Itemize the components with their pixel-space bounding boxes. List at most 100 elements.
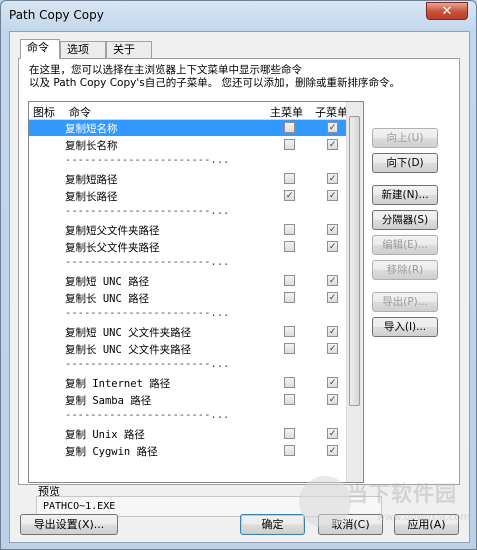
cancel-button[interactable]: 取消(C) — [318, 514, 383, 535]
edit-button[interactable]: 编辑(E)... — [372, 235, 438, 255]
close-button[interactable]: ✕ — [426, 2, 468, 20]
header-main-menu[interactable]: 主菜单 — [270, 104, 303, 120]
command-name: 复制短父文件夹路径 — [65, 225, 160, 237]
command-name: 复制长名称 — [65, 140, 118, 152]
command-row[interactable]: 复制短 UNC 父文件夹路径 ✓ — [29, 324, 349, 340]
command-row[interactable]: 复制长 UNC 父文件夹路径 ✓ — [29, 341, 349, 357]
tab-options[interactable]: 选项 — [60, 41, 106, 58]
main-menu-checkbox[interactable] — [284, 224, 295, 235]
main-menu-checkbox[interactable] — [284, 428, 295, 439]
separator-line: -----------------------... — [65, 154, 230, 166]
command-name: 复制短 UNC 父文件夹路径 — [65, 327, 192, 339]
description: 在这里，您可以选择在主浏览器上下文菜单中显示哪些命令 以及 Path Copy … — [29, 64, 449, 90]
remove-button[interactable]: 移除(R) — [372, 260, 438, 280]
command-row[interactable]: 复制 Cygwin 路径 ✓ — [29, 443, 349, 459]
main-menu-checkbox[interactable] — [284, 173, 295, 184]
separator-row[interactable]: -----------------------... — [29, 307, 349, 323]
import-button[interactable]: 导入(I)... — [372, 317, 438, 337]
command-row[interactable]: 复制 Unix 路径 ✓ — [29, 426, 349, 442]
separator-line: -----------------------... — [65, 307, 230, 319]
separator-row[interactable]: -----------------------... — [29, 205, 349, 221]
submenu-checkbox[interactable]: ✓ — [327, 428, 338, 439]
command-row[interactable]: 复制长 UNC 路径 ✓ — [29, 290, 349, 306]
export-settings-button[interactable]: 导出设置(X)... — [20, 514, 118, 535]
commands-panel: 在这里，您可以选择在主浏览器上下文菜单中显示哪些命令 以及 Path Copy … — [18, 58, 460, 517]
tab-about[interactable]: 关于 — [106, 41, 152, 58]
command-row[interactable]: 复制短路径 ✓ — [29, 171, 349, 187]
submenu-checkbox[interactable]: ✓ — [327, 190, 338, 201]
ok-button[interactable]: 确定 — [240, 514, 305, 535]
main-menu-checkbox[interactable] — [284, 394, 295, 405]
header-submenu[interactable]: 子菜单 — [315, 104, 348, 120]
submenu-checkbox[interactable]: ✓ — [327, 275, 338, 286]
main-menu-checkbox[interactable] — [284, 139, 295, 150]
list-scrollbar[interactable] — [346, 102, 363, 482]
main-menu-checkbox[interactable] — [284, 241, 295, 252]
command-row[interactable]: 复制长父文件夹路径 ✓ — [29, 239, 349, 255]
submenu-checkbox[interactable]: ✓ — [327, 377, 338, 388]
command-row[interactable]: 复制短父文件夹路径 ✓ — [29, 222, 349, 238]
command-name: 复制长 UNC 父文件夹路径 — [65, 344, 192, 356]
submenu-checkbox[interactable]: ✓ — [327, 394, 338, 405]
command-name: 复制短 UNC 路径 — [65, 276, 150, 288]
main-menu-checkbox[interactable] — [284, 292, 295, 303]
submenu-checkbox[interactable]: ✓ — [327, 445, 338, 456]
separator-line: -----------------------... — [65, 409, 230, 421]
command-row[interactable]: 复制长名称 ✓ — [29, 137, 349, 153]
separator-line: -----------------------... — [65, 256, 230, 268]
description-line-1: 在这里，您可以选择在主浏览器上下文菜单中显示哪些命令 — [29, 64, 302, 76]
command-name: 复制长路径 — [65, 191, 118, 203]
list-header: 图标 命令 主菜单 子菜单 — [29, 102, 349, 120]
command-row[interactable]: 复制短 UNC 路径 ✓ — [29, 273, 349, 289]
submenu-checkbox[interactable]: ✓ — [327, 224, 338, 235]
separator-line: -----------------------... — [65, 205, 230, 217]
separator-row[interactable]: -----------------------... — [29, 154, 349, 170]
command-row[interactable]: 复制 Samba 路径 ✓ — [29, 392, 349, 408]
separator-button[interactable]: 分隔器(S) — [372, 210, 438, 230]
submenu-checkbox[interactable]: ✓ — [327, 122, 338, 133]
tab-commands[interactable]: 命令 — [20, 39, 60, 59]
separator-row[interactable]: -----------------------... — [29, 358, 349, 374]
dialog-client: 命令 选项 关于 在这里，您可以选择在主浏览器上下文菜单中显示哪些命令 以及 P… — [9, 31, 470, 543]
header-icon[interactable]: 图标 — [33, 104, 55, 120]
command-name: 复制短路径 — [65, 174, 118, 186]
separator-row[interactable]: -----------------------... — [29, 256, 349, 272]
description-line-2: 以及 Path Copy Copy's自己的子菜单。 您还可以添加，删除或重新排… — [29, 77, 401, 89]
submenu-checkbox[interactable]: ✓ — [327, 326, 338, 337]
command-name: 复制 Samba 路径 — [65, 395, 152, 407]
move-down-button[interactable]: 向下(D) — [372, 153, 438, 173]
main-menu-checkbox[interactable] — [284, 377, 295, 388]
header-command[interactable]: 命令 — [69, 104, 91, 120]
main-menu-checkbox[interactable] — [284, 275, 295, 286]
main-menu-checkbox[interactable] — [284, 326, 295, 337]
submenu-checkbox[interactable]: ✓ — [327, 173, 338, 184]
command-name: 复制短名称 — [65, 123, 118, 135]
command-name: 复制长 UNC 路径 — [65, 293, 150, 305]
separator-row[interactable]: -----------------------... — [29, 409, 349, 425]
new-button[interactable]: 新建(N)... — [372, 185, 438, 205]
command-name: 复制 Internet 路径 — [65, 378, 171, 390]
command-list[interactable]: 图标 命令 主菜单 子菜单 复制短名称 ✓ 复制长名称 ✓ --------------… — [28, 101, 364, 483]
scrollbar-thumb[interactable] — [349, 116, 360, 406]
submenu-checkbox[interactable]: ✓ — [327, 241, 338, 252]
command-name: 复制 Unix 路径 — [65, 429, 145, 441]
command-name: 复制 Cygwin 路径 — [65, 446, 158, 458]
main-menu-checkbox[interactable] — [284, 343, 295, 354]
submenu-checkbox[interactable]: ✓ — [327, 292, 338, 303]
command-row[interactable]: 复制短名称 ✓ — [29, 120, 349, 136]
export-button[interactable]: 导出(P)... — [372, 292, 438, 312]
window-frame: Path Copy Copy ✕ 命令 选项 关于 在这里，您可以选择在主浏览器… — [0, 0, 477, 550]
apply-button[interactable]: 应用(A) — [394, 514, 459, 535]
close-icon: ✕ — [441, 4, 453, 19]
command-name: 复制长父文件夹路径 — [65, 242, 160, 254]
main-menu-checkbox[interactable] — [284, 122, 295, 133]
main-menu-checkbox[interactable] — [284, 445, 295, 456]
command-row[interactable]: 复制 Internet 路径 ✓ — [29, 375, 349, 391]
command-row[interactable]: 复制长路径 ✓ ✓ — [29, 188, 349, 204]
window-title: Path Copy Copy — [9, 8, 104, 22]
separator-line: -----------------------... — [65, 358, 230, 370]
submenu-checkbox[interactable]: ✓ — [327, 343, 338, 354]
move-up-button[interactable]: 向上(U) — [372, 128, 438, 148]
main-menu-checkbox[interactable]: ✓ — [284, 190, 295, 201]
submenu-checkbox[interactable]: ✓ — [327, 139, 338, 150]
